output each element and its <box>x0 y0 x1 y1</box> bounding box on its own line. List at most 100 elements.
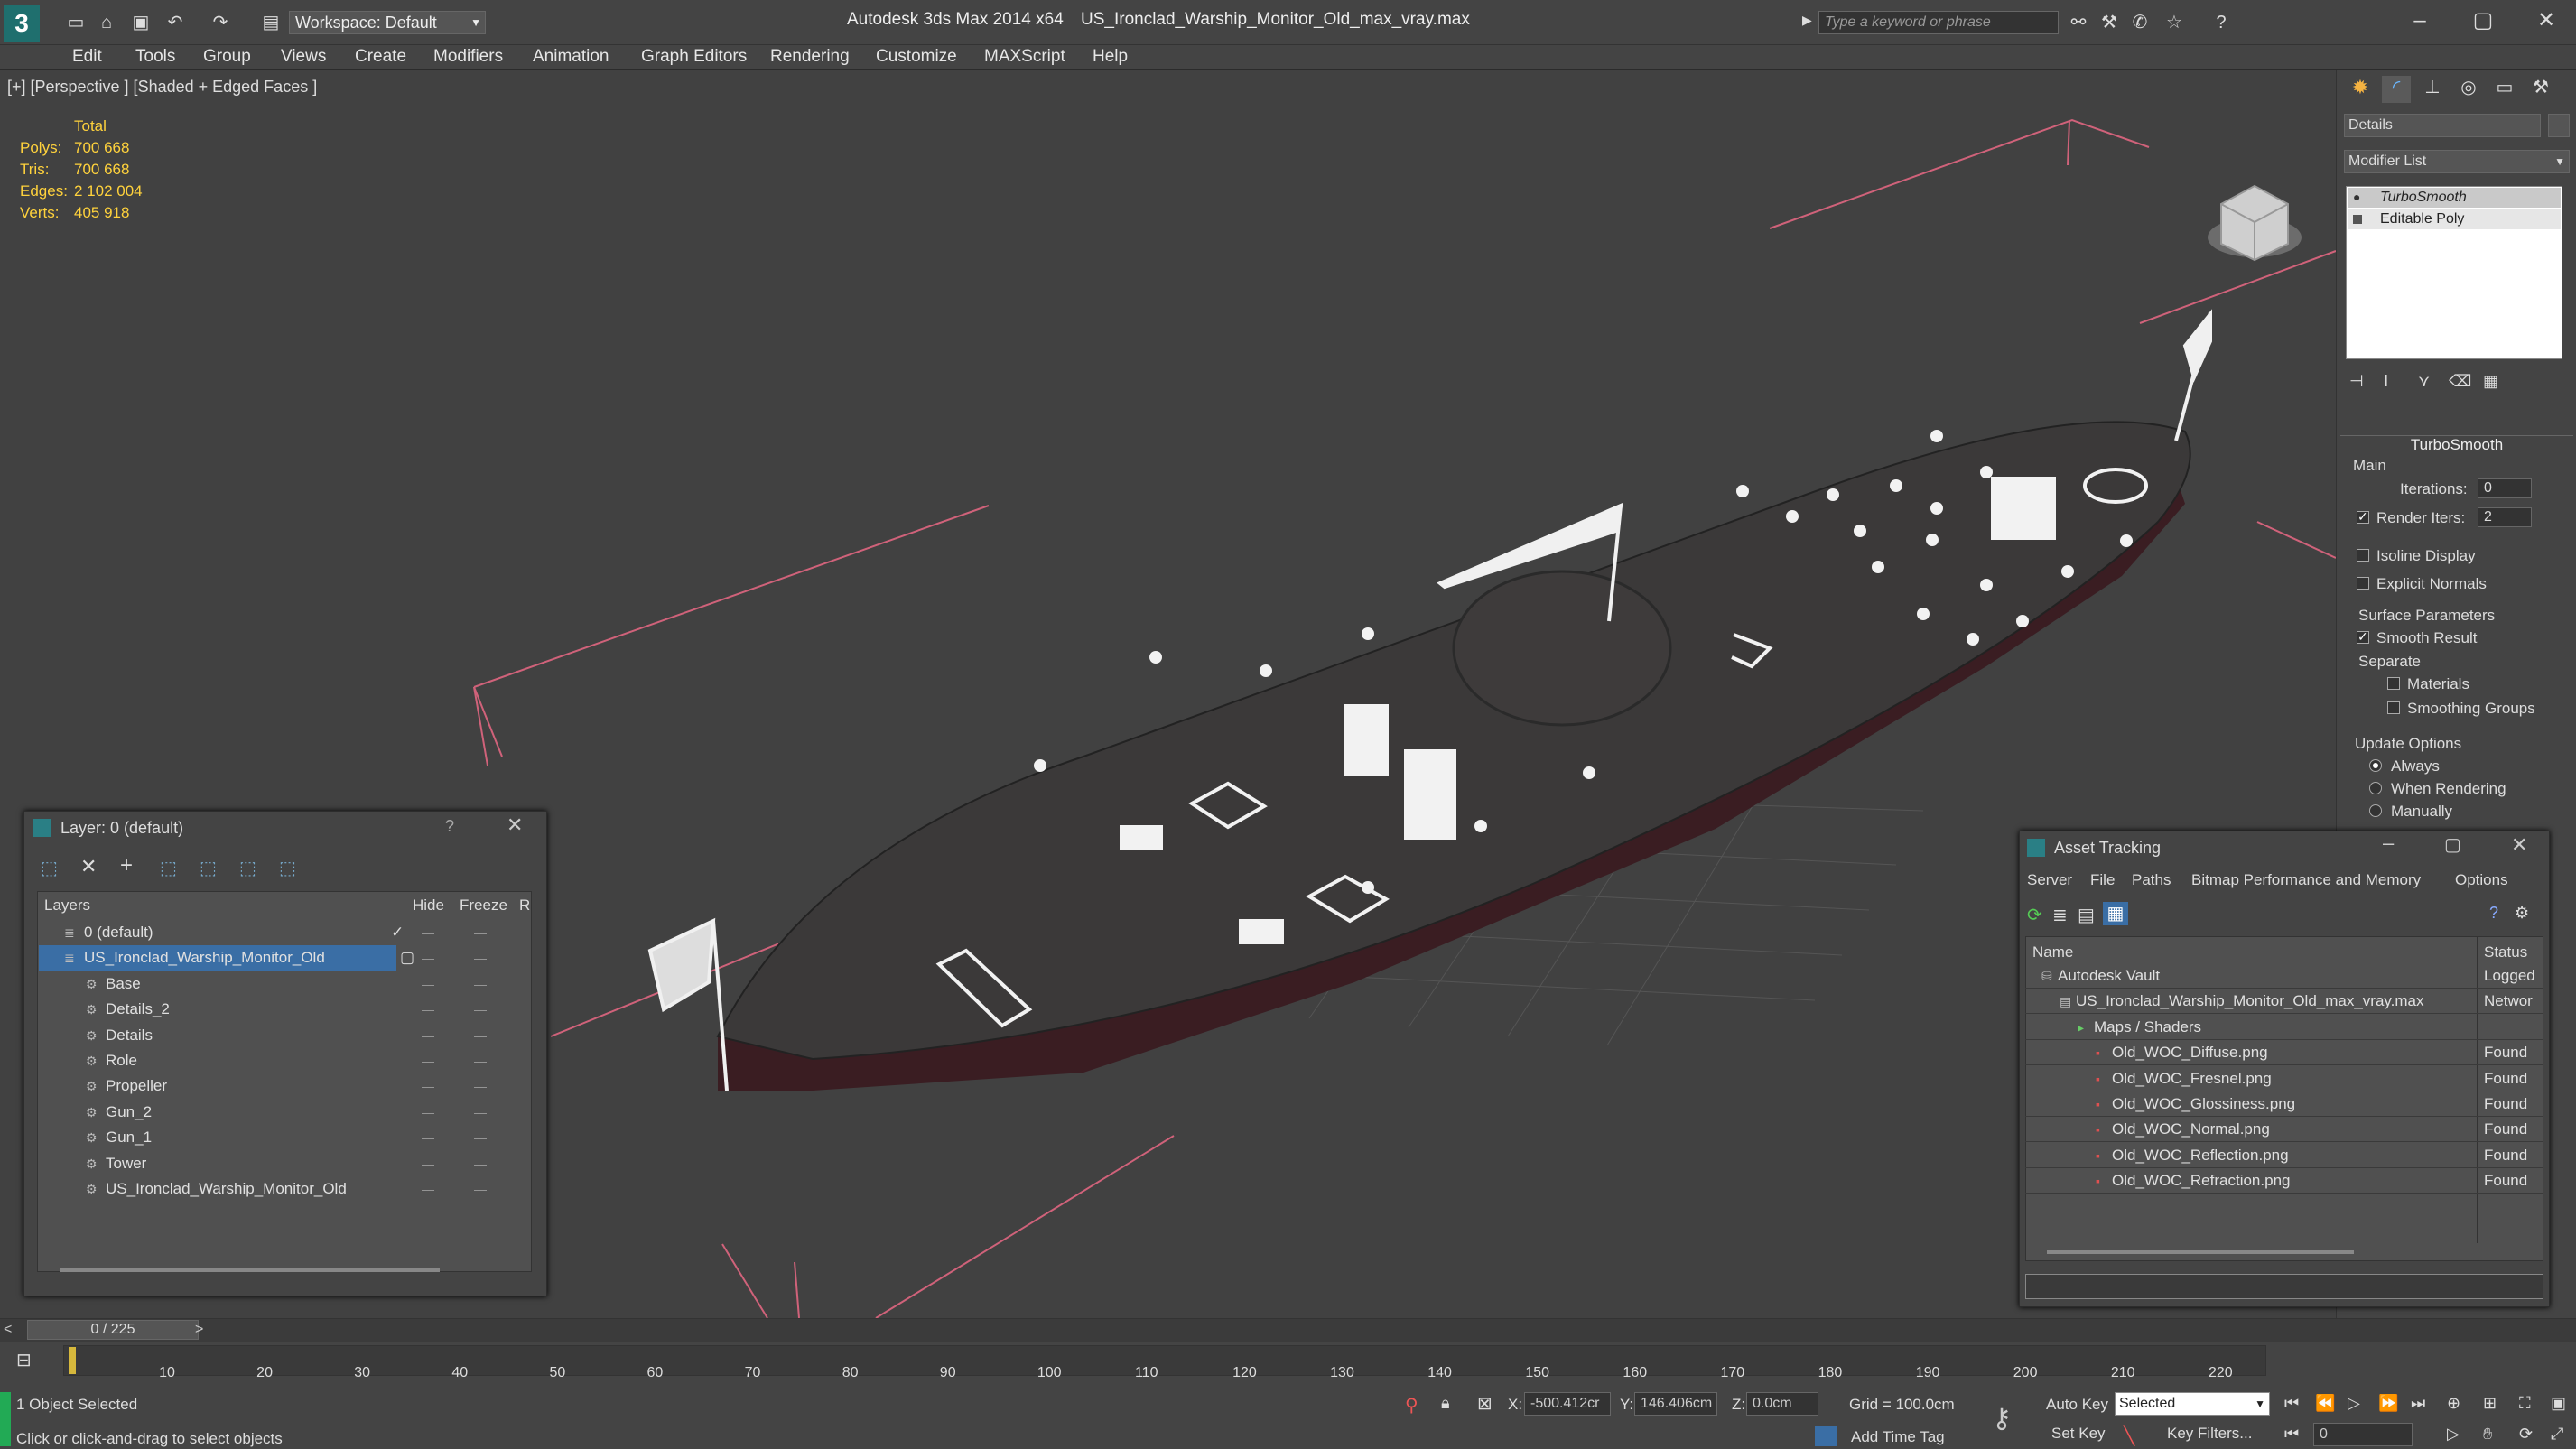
freeze-toggle[interactable]: — <box>474 945 487 971</box>
freeze-toggle[interactable]: — <box>474 1125 487 1150</box>
asset-menu-paths[interactable]: Paths <box>2132 871 2171 889</box>
maxscript-listener[interactable] <box>0 1392 11 1446</box>
layers-column-header[interactable]: Layers <box>44 896 90 915</box>
name-column-header[interactable]: Name <box>2032 943 2073 961</box>
freeze-toggle[interactable]: — <box>474 1073 487 1099</box>
hide-toggle[interactable]: — <box>422 920 434 945</box>
highlight-layer-icon[interactable]: ⬚ <box>200 857 217 879</box>
create-layer-icon[interactable]: ⬚ <box>41 857 58 879</box>
search-input[interactable]: Type a keyword or phrase <box>1818 11 2059 34</box>
create-tab-icon[interactable]: ✹ <box>2346 76 2375 103</box>
asset-menu-file[interactable]: File <box>2090 871 2115 889</box>
key-mode-toggle-icon[interactable]: ⏮ <box>2284 1425 2299 1444</box>
freeze-toggle[interactable]: — <box>474 1151 487 1176</box>
menu-maxscript[interactable]: MAXScript <box>984 45 1065 69</box>
zoom-all-icon[interactable]: ⊞ <box>2483 1394 2497 1413</box>
show-end-result-icon[interactable]: Ⅰ <box>2384 372 2388 391</box>
play-icon[interactable]: ▷ <box>2348 1394 2360 1413</box>
render-iters-checkbox[interactable] <box>2357 509 2369 525</box>
lock-icon[interactable]: 🔒︎ <box>1441 1394 1450 1413</box>
select-in-layer-icon[interactable]: ⬚ <box>160 857 177 879</box>
table-view-icon[interactable]: ▦ <box>2103 902 2128 925</box>
time-slider-next[interactable]: > <box>195 1322 203 1338</box>
hide-toggle[interactable]: — <box>422 1023 434 1048</box>
workspace-dropdown[interactable]: Workspace: Default ▼ <box>289 11 486 34</box>
delete-layer-icon[interactable]: ✕ <box>80 855 97 878</box>
menu-help[interactable]: Help <box>1093 45 1128 69</box>
view-cube[interactable] <box>2208 184 2302 262</box>
layer-row[interactable]: ⚙ Tower — — <box>39 1151 532 1176</box>
key-mode-dropdown[interactable]: Selected ▼ <box>2115 1392 2270 1416</box>
freeze-toggle[interactable]: — <box>474 920 487 945</box>
layer-row[interactable]: ⚙ US_Ironclad_Warship_Monitor_Old — — <box>39 1176 532 1202</box>
freeze-all-icon[interactable]: ⬚ <box>279 857 296 879</box>
add-time-tag-icon[interactable] <box>1815 1426 1837 1446</box>
freeze-toggle[interactable]: — <box>474 1023 487 1048</box>
next-frame-icon[interactable]: ⏩ <box>2378 1394 2398 1413</box>
communication-icon[interactable]: ✆ <box>2127 11 2153 34</box>
freeze-toggle[interactable]: — <box>474 971 487 997</box>
save-icon[interactable]: ▣ <box>128 11 153 34</box>
status-column-header[interactable]: Status <box>2484 943 2527 961</box>
layer-row[interactable]: ⚙ Propeller — — <box>39 1073 532 1099</box>
hide-column-header[interactable]: Hide <box>413 896 444 915</box>
freeze-toggle[interactable]: — <box>474 1100 487 1125</box>
object-name-field[interactable]: Details <box>2344 114 2541 137</box>
y-coordinate-field[interactable]: 146.406cm <box>1634 1392 1717 1416</box>
asset-scrollbar[interactable] <box>2047 1250 2354 1254</box>
isoline-display-checkbox[interactable] <box>2357 549 2369 562</box>
set-key-icon[interactable]: ⚷ <box>1992 1403 2012 1435</box>
asset-row[interactable]: ▪ Old_WOC_Diffuse.png Found <box>2025 1040 2543 1066</box>
pan-icon[interactable]: ✋︎ <box>2483 1425 2492 1444</box>
isolate-icon[interactable]: ⚲ <box>1405 1394 1418 1416</box>
refresh-icon[interactable]: ⟳ <box>2027 904 2042 926</box>
hide-toggle[interactable]: — <box>422 1151 434 1176</box>
hide-all-icon[interactable]: ⬚ <box>239 857 256 879</box>
layer-close-button[interactable]: ✕ <box>507 813 523 837</box>
configure-sets-icon[interactable]: ▦ <box>2483 372 2498 391</box>
hide-toggle[interactable]: — <box>422 1125 434 1150</box>
list-view-icon[interactable]: ≣ <box>2052 904 2068 926</box>
menu-customize[interactable]: Customize <box>876 45 957 69</box>
maximize-button[interactable]: ▢ <box>2465 7 2501 34</box>
redo-icon[interactable]: ↷ <box>208 11 233 34</box>
iterations-spinner[interactable]: 0 <box>2478 478 2532 498</box>
asset-path-field[interactable] <box>2025 1274 2543 1299</box>
rollout-header[interactable]: TurboSmooth <box>2340 435 2573 453</box>
layer-row[interactable]: ⚙ Details — — <box>39 1023 532 1048</box>
viewport-label[interactable]: [+] [Perspective ] [Shaded + Edged Faces… <box>7 78 317 97</box>
maximize-viewport-icon[interactable]: ▣ <box>2551 1394 2566 1413</box>
utilities-tab-icon[interactable]: ⚒ <box>2526 76 2555 103</box>
previous-frame-icon[interactable]: ⏪ <box>2315 1394 2335 1413</box>
display-tab-icon[interactable]: ▭ <box>2490 76 2519 103</box>
tree-view-icon[interactable]: ▤ <box>2078 904 2095 926</box>
zoom-icon[interactable]: ⊕ <box>2447 1394 2460 1413</box>
hide-toggle[interactable]: — <box>422 1176 434 1202</box>
menu-animation[interactable]: Animation <box>533 45 609 69</box>
layer-scrollbar[interactable] <box>60 1268 440 1272</box>
app-logo[interactable]: 3 <box>4 5 40 42</box>
active-layer-box-icon[interactable]: ▢ <box>400 945 414 971</box>
asset-minimize-button[interactable]: – <box>2383 831 2394 855</box>
pin-stack-icon[interactable]: ⊣ <box>2349 372 2364 391</box>
menu-edit[interactable]: Edit <box>72 45 102 69</box>
auto-key-button[interactable]: Auto Key <box>2046 1396 2108 1414</box>
layer-row[interactable]: ⚙ Details_2 — — <box>39 997 532 1022</box>
menu-modifiers[interactable]: Modifiers <box>433 45 503 69</box>
min-max-toggle-icon[interactable]: ⤢ <box>2551 1425 2563 1444</box>
absolute-mode-icon[interactable]: ⊠ <box>1477 1392 1493 1415</box>
add-time-tag[interactable]: Add Time Tag <box>1851 1428 1945 1446</box>
menu-views[interactable]: Views <box>281 45 326 69</box>
current-layer-check-icon[interactable]: ✓ <box>391 920 404 945</box>
hide-toggle[interactable]: — <box>422 997 434 1022</box>
layer-help-button[interactable]: ? <box>445 817 454 836</box>
modify-tab-icon[interactable]: ◜ <box>2382 76 2411 103</box>
modifier-list-dropdown[interactable]: Modifier List ▼ <box>2344 150 2570 173</box>
manually-radio[interactable] <box>2369 804 2382 817</box>
project-folder-icon[interactable]: ▤ <box>258 11 284 34</box>
asset-row[interactable]: ▪ Old_WOC_Normal.png Found <box>2025 1117 2543 1143</box>
field-of-view-icon[interactable]: ▷ <box>2447 1425 2460 1444</box>
smoothing-groups-checkbox[interactable] <box>2387 701 2400 714</box>
menu-tools[interactable]: Tools <box>135 45 175 69</box>
asset-row[interactable]: ▪ Old_WOC_Refraction.png Found <box>2025 1168 2543 1194</box>
